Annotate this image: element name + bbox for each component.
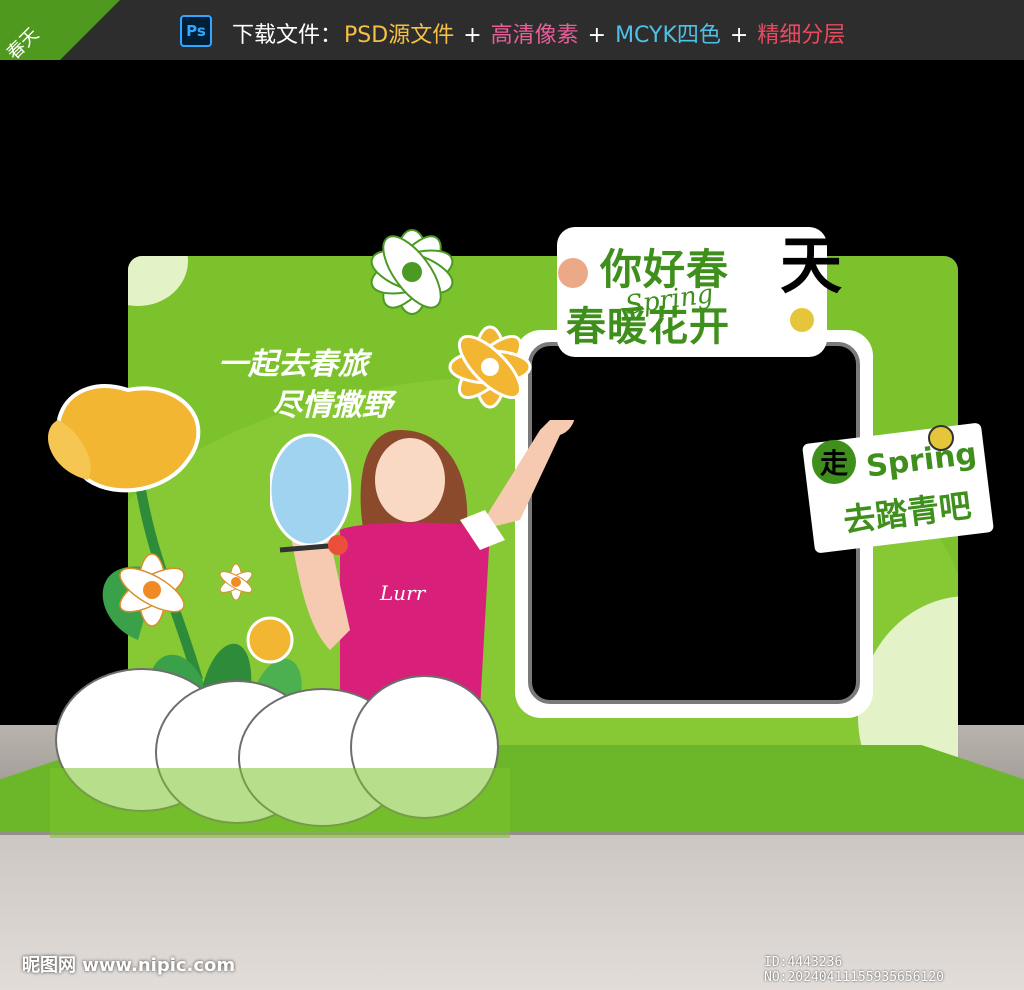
orange-dot	[558, 258, 588, 288]
download-info: 下载文件：PSD源文件 + 高清像素 + MCYK四色 + 精细分层	[232, 17, 849, 49]
shirt-script: Lurr	[379, 581, 427, 605]
photoshop-icon: Ps	[180, 15, 212, 47]
banner-item: 高清像素	[490, 23, 579, 48]
watermark-left: 昵图网 www.nipic.com	[22, 955, 236, 976]
slogan-line2: 尽情撒野	[272, 388, 392, 423]
cloud-shadow	[50, 768, 510, 838]
yellow-flower-icon	[448, 325, 532, 409]
banner-item: 精细分层	[757, 23, 846, 48]
slogan-line1: 一起去春旅	[218, 347, 368, 382]
watermark-right: ID:4443236 NO:20240411155935656120	[764, 955, 945, 985]
smiley-icon	[928, 425, 954, 451]
banner-item: +	[722, 23, 756, 48]
girl-illustration: Lurr	[270, 420, 575, 710]
yellow-dot	[790, 308, 814, 332]
banner-item: +	[580, 23, 614, 48]
banner-item: +	[456, 23, 489, 48]
banner-item: PSD源文件	[344, 23, 455, 48]
download-prefix: 下载文件：	[232, 23, 343, 48]
banner-item: MCYK四色	[615, 23, 721, 48]
top-banner: 春天 Ps 下载文件：PSD源文件 + 高清像素 + MCYK四色 + 精细分层	[0, 0, 1024, 120]
zou-badge: 走	[812, 440, 856, 484]
title-tian: 天	[780, 229, 843, 302]
